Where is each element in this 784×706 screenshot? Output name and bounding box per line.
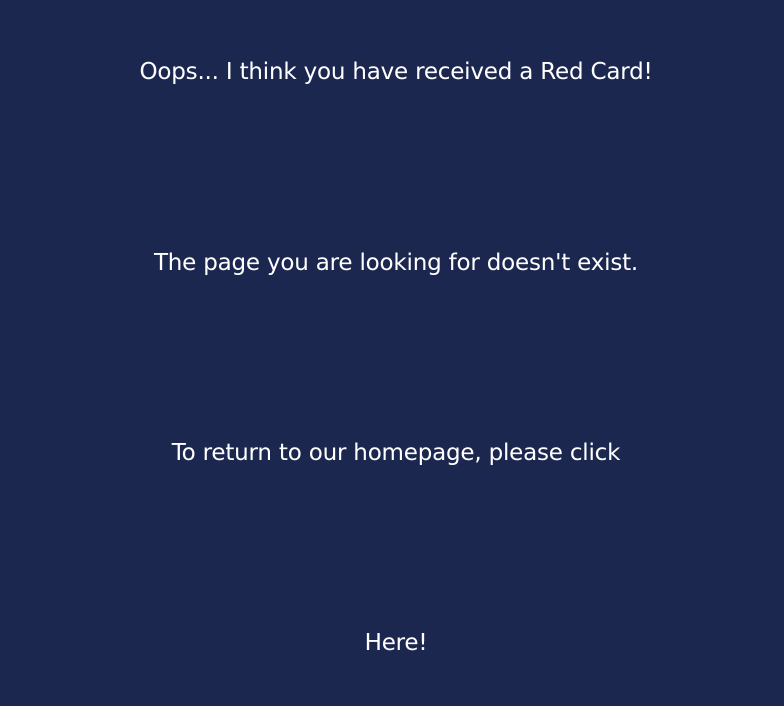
home-link-row: Here! bbox=[0, 628, 784, 658]
return-prompt: To return to our homepage, please click bbox=[171, 440, 621, 466]
error-page: Oops... I think you have received a Red … bbox=[0, 0, 784, 706]
error-headline: Oops... I think you have received a Red … bbox=[139, 59, 653, 85]
error-message: The page you are looking for doesn't exi… bbox=[153, 250, 639, 276]
home-link[interactable]: Here! bbox=[365, 630, 428, 656]
